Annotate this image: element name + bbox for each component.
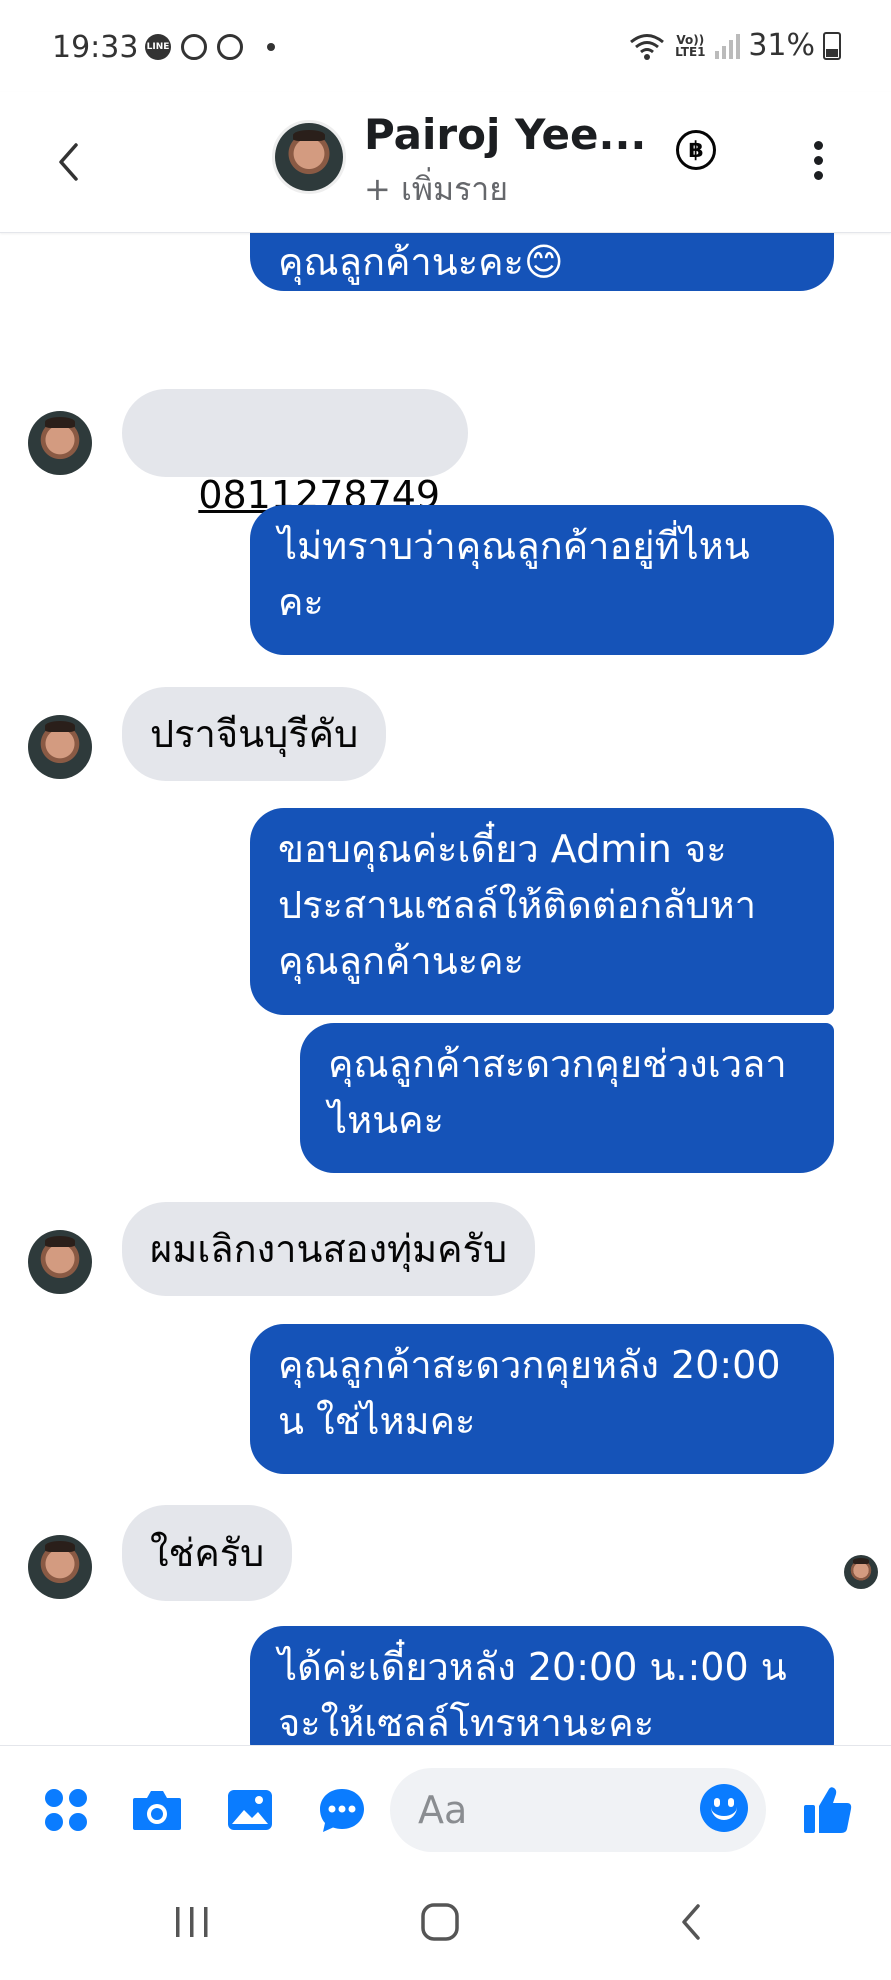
payment-button[interactable]: ฿	[676, 130, 716, 170]
message-incoming[interactable]: ผมเลิกงานสองทุ่มครับ	[122, 1202, 536, 1296]
like-icon	[804, 1787, 852, 1833]
more-icon	[813, 140, 823, 150]
sender-avatar[interactable]	[28, 1230, 92, 1294]
message-input-placeholder: Aa	[418, 1788, 468, 1832]
gallery-icon	[228, 1790, 272, 1830]
gallery-button[interactable]	[224, 1784, 276, 1836]
battery-icon	[823, 31, 841, 60]
like-button[interactable]	[802, 1784, 854, 1836]
camera-icon	[133, 1791, 181, 1830]
voice-chat-button[interactable]	[316, 1784, 368, 1836]
system-indicators: Vo)) LTE1 31%	[629, 28, 841, 63]
status-bar: 19:33 LINE Vo)) LTE1 31%	[0, 0, 891, 92]
contact-name[interactable]: Pairoj Yee...	[364, 110, 646, 159]
chat-bubble-icon	[320, 1789, 364, 1832]
message-outgoing[interactable]: คุณลูกค้าสะดวกคุยหลัง 20:00 น ใช่ไหมคะ	[250, 1324, 834, 1474]
add-detail-link[interactable]: + เพิ่มราย	[364, 164, 508, 215]
message-incoming[interactable]: ใช่ครับ	[122, 1505, 293, 1601]
system-back-button[interactable]	[650, 1892, 730, 1952]
status-time: 19:33	[52, 30, 139, 65]
message-outgoing[interactable]: ไม่ทราบว่าคุณลูกค้าอยู่ที่ไหน คะ	[250, 505, 834, 655]
system-nav-bar	[0, 1870, 891, 1980]
conversation-header: Pairoj Yee... + เพิ่มราย ฿	[0, 92, 891, 233]
back-icon	[59, 143, 78, 181]
signal-icon	[715, 33, 741, 59]
more-options-button[interactable]	[808, 130, 828, 190]
message-list[interactable]: แจ้งรายละเอียดเพิ่มเติมให้แก่ คุณลูกค้าน…	[0, 233, 891, 1745]
message-outgoing[interactable]: คุณลูกค้าสะดวกคุยช่วงเวลา ไหนคะ	[300, 1023, 834, 1173]
sender-avatar[interactable]	[28, 715, 92, 779]
wifi-icon	[630, 33, 665, 60]
more-notifications-dot	[267, 43, 275, 51]
apps-button[interactable]	[40, 1784, 92, 1836]
message-incoming[interactable]: ปราจีนบุรีคับ	[122, 687, 387, 781]
notification-icons: LINE	[145, 34, 275, 60]
sender-avatar[interactable]	[28, 411, 92, 475]
play-circle-icon	[181, 34, 207, 60]
line-icon: LINE	[145, 34, 171, 60]
message-outgoing[interactable]: แจ้งรายละเอียดเพิ่มเติมให้แก่ คุณลูกค้าน…	[250, 233, 834, 291]
home-button[interactable]	[400, 1892, 480, 1952]
back-button[interactable]	[46, 132, 90, 192]
sender-avatar[interactable]	[28, 1535, 92, 1599]
apps-icon	[45, 1789, 87, 1831]
emoji-icon[interactable]	[700, 1784, 748, 1832]
baht-icon: ฿	[688, 137, 704, 163]
home-icon	[421, 1903, 459, 1941]
play-icon	[217, 34, 243, 60]
recent-apps-button[interactable]	[152, 1892, 232, 1952]
camera-button[interactable]	[131, 1784, 183, 1836]
message-input[interactable]: Aa	[390, 1768, 766, 1852]
contact-avatar[interactable]	[272, 120, 346, 194]
recent-apps-icon	[176, 1907, 208, 1937]
network-label: Vo)) LTE1	[675, 32, 706, 59]
message-incoming[interactable]: 0811278749	[122, 389, 469, 517]
seen-indicator-avatar	[844, 1555, 878, 1589]
message-outgoing[interactable]: ขอบคุณค่ะเดี๋ยว Admin จะ ประสานเซลล์ให้ต…	[250, 808, 834, 1015]
back-icon	[682, 1904, 700, 1940]
message-composer: Aa	[0, 1745, 891, 1871]
battery-percent: 31%	[748, 28, 815, 63]
message-outgoing[interactable]: ได้ค่ะเดี๋ยวหลัง 20:00 น.:00 น จะให้เซลล…	[250, 1626, 834, 1745]
